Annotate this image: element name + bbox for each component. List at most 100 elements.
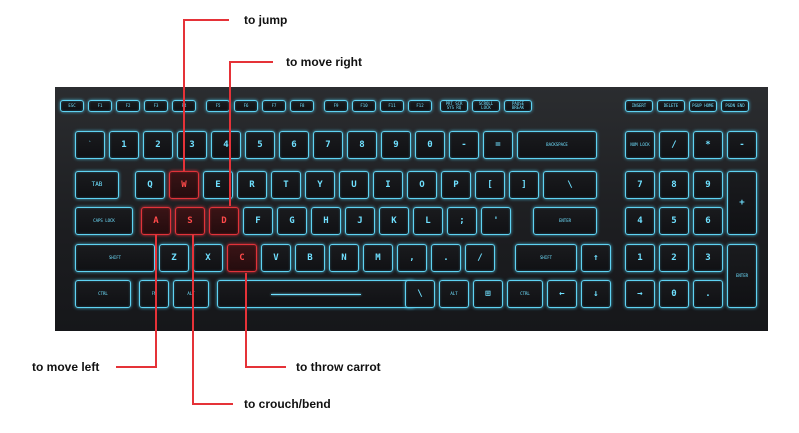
keyboard: ESC F1 F2 F3 F 4 F5 F6 F7 F8 F9 F10 F11 F12 PRT SCR SY… xyxy=(55,87,768,331)
callout-move-left-h xyxy=(116,366,157,368)
key-lctrl: CTRL xyxy=(75,280,131,308)
key-np_star: * xyxy=(693,131,723,159)
key-numlock: NUM LOCK xyxy=(625,131,655,159)
key-s: S xyxy=(175,207,205,235)
key-f5: F5 xyxy=(206,100,230,112)
key-ralt: ALT xyxy=(439,280,469,308)
key-f8: F8 xyxy=(290,100,314,112)
callout-move-left-v xyxy=(155,234,157,367)
key-f1: F1 xyxy=(88,100,112,112)
key-np5: 5 xyxy=(659,207,689,235)
key-n9: 9 xyxy=(381,131,411,159)
key-p: P xyxy=(441,171,471,199)
key-n0: 0 xyxy=(415,131,445,159)
key-left: ← xyxy=(547,280,577,308)
key-pgup: PGUP HOME xyxy=(689,100,717,112)
key-equals: = xyxy=(483,131,513,159)
key-minus: - xyxy=(449,131,479,159)
key-l: L xyxy=(413,207,443,235)
callout-move-right-v xyxy=(229,61,231,206)
key-tab: TAB xyxy=(75,171,119,199)
key-lbracket: [ xyxy=(475,171,505,199)
key-np_plus: + xyxy=(727,171,757,235)
key-prtscr: PRT SCR SYS RQ xyxy=(440,100,468,112)
key-caps: CAPS LOCK xyxy=(75,207,133,235)
key-n3: 3 xyxy=(177,131,207,159)
key-f: F xyxy=(243,207,273,235)
key-d: D xyxy=(209,207,239,235)
key-np4: 4 xyxy=(625,207,655,235)
key-f12: F12 xyxy=(408,100,432,112)
key-insert: INSERT xyxy=(625,100,653,112)
key-c: C xyxy=(227,244,257,272)
key-rshift: SHIFT xyxy=(515,244,577,272)
key-z: Z xyxy=(159,244,189,272)
label-move-left: to move left xyxy=(32,360,100,374)
key-scroll: SCROLL LOCK xyxy=(472,100,500,112)
key-np_slash: / xyxy=(659,131,689,159)
key-lalt: ALT xyxy=(173,280,209,308)
key-o: O xyxy=(407,171,437,199)
key-rctrl: CTRL xyxy=(507,280,543,308)
diagram: ESC F1 F2 F3 F 4 F5 F6 F7 F8 F9 F10 F11 F12 PRT SCR SY… xyxy=(0,0,799,433)
callout-crouch-h xyxy=(192,403,233,405)
label-crouch: to crouch/bend xyxy=(244,397,331,411)
key-enter: ENTER xyxy=(533,207,597,235)
key-i: I xyxy=(373,171,403,199)
key-semicolon: ; xyxy=(447,207,477,235)
callout-move-right-h xyxy=(229,61,273,63)
key-np6: 6 xyxy=(693,207,723,235)
key-np_enter: ENTER xyxy=(727,244,757,308)
key-right: → xyxy=(625,280,655,308)
key-f9: F9 xyxy=(324,100,348,112)
key-w: W xyxy=(169,171,199,199)
key-backslash: \ xyxy=(543,171,597,199)
key-slash: / xyxy=(465,244,495,272)
key-np8: 8 xyxy=(659,171,689,199)
key-m: M xyxy=(363,244,393,272)
key-np3: 3 xyxy=(693,244,723,272)
key-esc: ESC xyxy=(60,100,84,112)
key-f3: F3 xyxy=(144,100,168,112)
key-np0: 0 xyxy=(659,280,689,308)
key-x: X xyxy=(193,244,223,272)
key-win: ⊞ xyxy=(473,280,503,308)
key-f10: F10 xyxy=(352,100,376,112)
key-np_dot: . xyxy=(693,280,723,308)
label-throw-carrot: to throw carrot xyxy=(296,360,381,374)
key-pause: PAUSE BREAK xyxy=(504,100,532,112)
key-pgdn: PGDN END xyxy=(721,100,749,112)
key-f11: F11 xyxy=(380,100,404,112)
key-tilde: ` xyxy=(75,131,105,159)
key-quote: ' xyxy=(481,207,511,235)
key-period: . xyxy=(431,244,461,272)
key-up: ↑ xyxy=(581,244,611,272)
key-t: T xyxy=(271,171,301,199)
key-n: N xyxy=(329,244,359,272)
key-q: Q xyxy=(135,171,165,199)
key-f6: F6 xyxy=(234,100,258,112)
label-move-right: to move right xyxy=(286,55,363,69)
key-k: K xyxy=(379,207,409,235)
key-f2: F2 xyxy=(116,100,140,112)
callout-jump-v xyxy=(183,19,185,171)
key-h: H xyxy=(311,207,341,235)
callout-throw-h xyxy=(245,366,286,368)
key-n7: 7 xyxy=(313,131,343,159)
key-r: R xyxy=(237,171,267,199)
key-backspace: BACKSPACE xyxy=(517,131,597,159)
key-b: B xyxy=(295,244,325,272)
label-jump: to jump xyxy=(244,13,288,27)
key-np1: 1 xyxy=(625,244,655,272)
key-u: U xyxy=(339,171,369,199)
spacebar-dash xyxy=(271,293,361,295)
key-j: J xyxy=(345,207,375,235)
key-grave2: \ xyxy=(405,280,435,308)
key-f7: F7 xyxy=(262,100,286,112)
key-down: ↓ xyxy=(581,280,611,308)
key-n8: 8 xyxy=(347,131,377,159)
key-np7: 7 xyxy=(625,171,655,199)
key-comma: , xyxy=(397,244,427,272)
key-delete: DELETE xyxy=(657,100,685,112)
key-n6: 6 xyxy=(279,131,309,159)
